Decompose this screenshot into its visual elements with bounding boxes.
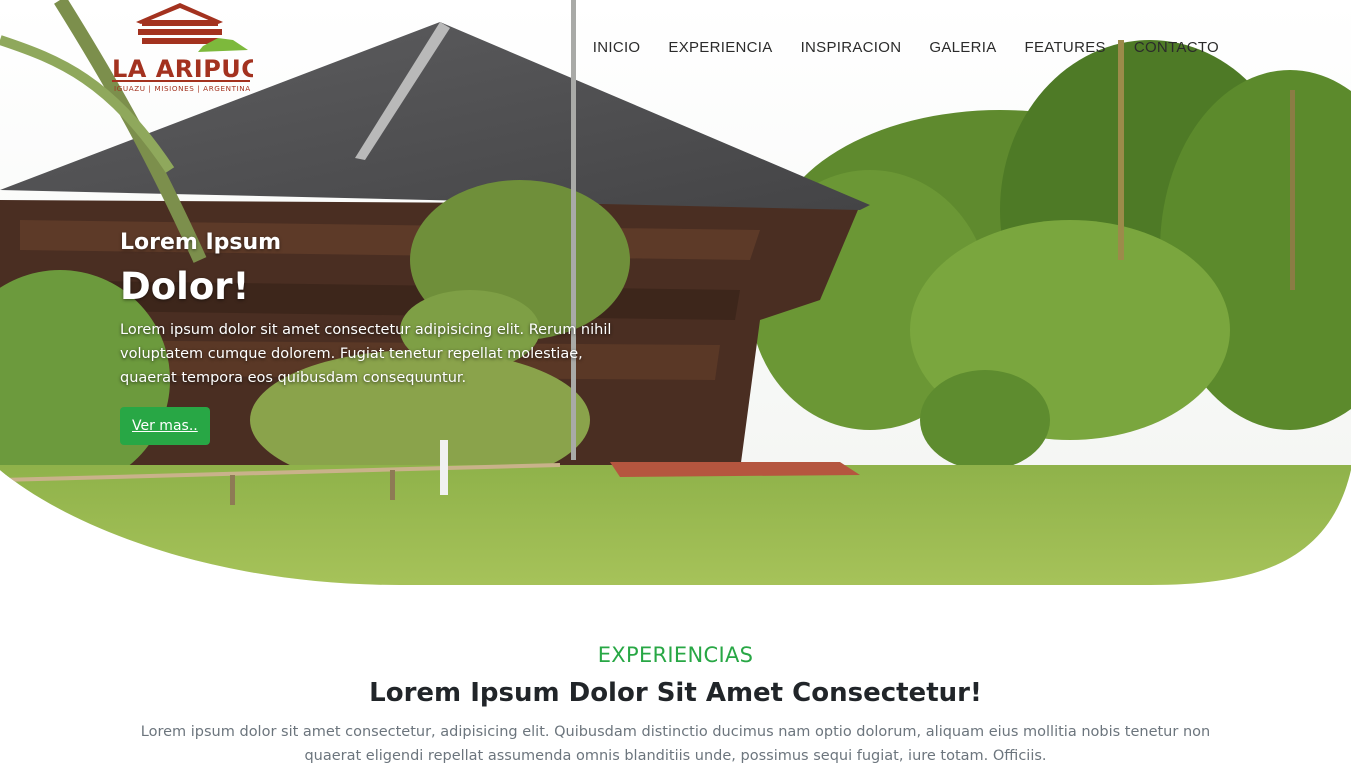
nav-inspiracion[interactable]: INSPIRACION bbox=[787, 36, 916, 60]
hero-subtitle: Lorem Ipsum bbox=[120, 230, 282, 255]
hero-banner: LA ARIPUCA IGUAZU | MISIONES | ARGENTINA… bbox=[0, 0, 1351, 590]
logo-wordmark: LA ARIPUCA bbox=[112, 55, 253, 83]
nav-galeria[interactable]: GALERIA bbox=[915, 36, 1010, 60]
section-description: Lorem ipsum dolor sit amet consectetur, … bbox=[140, 724, 1211, 764]
section-title: Lorem Ipsum Dolor Sit Amet Consectetur! bbox=[369, 678, 982, 708]
ver-mas-button[interactable]: Ver mas.. bbox=[120, 407, 210, 445]
main-nav: INICIO EXPERIENCIA INSPIRACION GALERIA F… bbox=[579, 36, 1233, 60]
nav-experiencia[interactable]: EXPERIENCIA bbox=[654, 36, 786, 60]
hero-title: Dolor! bbox=[120, 265, 250, 308]
nav-features[interactable]: FEATURES bbox=[1011, 36, 1120, 60]
nav-contacto[interactable]: CONTACTO bbox=[1120, 36, 1233, 60]
la-aripuca-logo[interactable]: LA ARIPUCA IGUAZU | MISIONES | ARGENTINA bbox=[108, 0, 253, 98]
logo-tagline: IGUAZU | MISIONES | ARGENTINA bbox=[114, 84, 251, 93]
hero-content: Lorem Ipsum Dolor! Lorem ipsum dolor sit… bbox=[120, 228, 660, 445]
experiencias-section: EXPERIENCIAS Lorem Ipsum Dolor Sit Amet … bbox=[0, 640, 1351, 768]
hero-description: Lorem ipsum dolor sit amet consectetur a… bbox=[120, 322, 612, 386]
nav-inicio[interactable]: INICIO bbox=[579, 36, 655, 60]
section-kicker: EXPERIENCIAS bbox=[597, 643, 754, 667]
